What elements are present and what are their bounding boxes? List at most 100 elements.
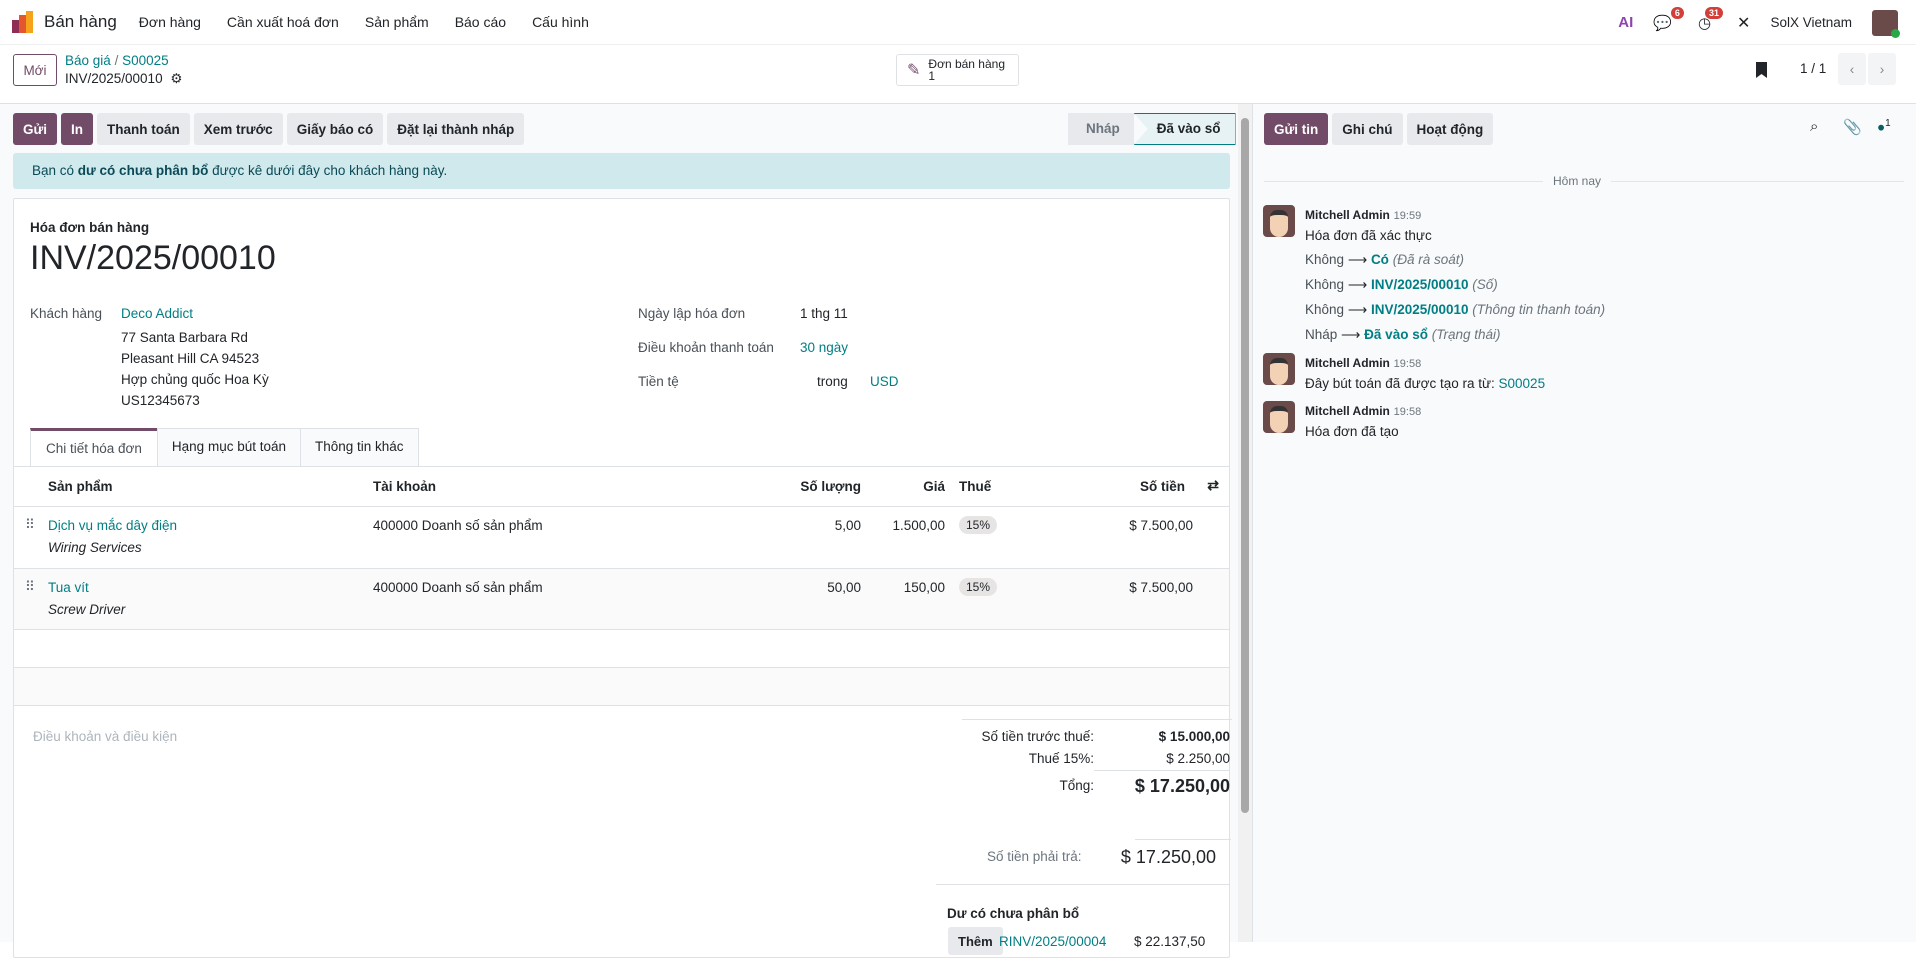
currency[interactable]: USD <box>870 374 899 389</box>
message-body: Đây bút toán đã được tạo ra từ: <box>1305 376 1499 391</box>
table-row[interactable]: ⠿ Dịch vụ mắc dây điện Wiring Services 4… <box>14 507 1229 569</box>
product-link[interactable]: Dịch vụ mắc dây điện <box>48 518 177 533</box>
address-line: Pleasant Hill CA 94523 <box>121 351 260 366</box>
menu-products[interactable]: Sản phẩm <box>365 14 429 30</box>
status-draft[interactable]: Nháp <box>1068 113 1134 145</box>
arrow-right-icon: ⟶ <box>1347 302 1368 317</box>
activities-button[interactable]: Hoạt động <box>1406 113 1494 145</box>
terms-conditions-input[interactable]: Điều khoản và điều kiện <box>33 729 177 744</box>
payment-terms[interactable]: 30 ngày <box>800 340 848 355</box>
customer-link[interactable]: Deco Addict <box>121 306 193 321</box>
sales-app-logo-icon <box>12 11 34 33</box>
address-line: Hợp chủng quốc Hoa Kỳ <box>121 372 269 387</box>
column-price[interactable]: Giá <box>923 479 945 494</box>
old-value: Không <box>1305 277 1345 292</box>
company-switcher[interactable]: SolX Vietnam <box>1770 15 1852 30</box>
pager-value[interactable]: 1 / 1 <box>1800 61 1826 76</box>
record-name: INV/2025/00010 <box>65 71 163 86</box>
tools-icon[interactable]: ✕ <box>1737 13 1750 33</box>
optional-columns-toggle-icon[interactable]: ⇄ <box>1207 477 1219 494</box>
tab-journal-items[interactable]: Hạng mục bút toán <box>156 428 301 466</box>
message-body: Hóa đơn đã tạo <box>1305 424 1399 439</box>
form-scrollbar[interactable] <box>1238 104 1252 942</box>
ai-icon[interactable]: AI <box>1618 14 1633 31</box>
product-link[interactable]: Tua vít <box>48 580 89 595</box>
untaxed-amount: $ 15.000,00 <box>1158 729 1230 744</box>
control-panel: Mới Báo giá / S00025 INV/2025/00010 ⚙ ✎ … <box>0 45 1916 104</box>
menu-to-invoice[interactable]: Cần xuất hoá đơn <box>227 14 339 30</box>
menu-orders[interactable]: Đơn hàng <box>139 14 201 30</box>
status-posted[interactable]: Đã vào sổ <box>1133 113 1236 145</box>
arrow-right-icon: ⟶ <box>1347 277 1368 292</box>
preview-button[interactable]: Xem trước <box>193 113 283 145</box>
line-tax-badge: 15% <box>959 578 998 596</box>
changed-field: (Thông tin thanh toán) <box>1472 302 1606 317</box>
line-price: 1.500,00 <box>892 518 945 533</box>
column-taxes[interactable]: Thuế <box>959 479 991 494</box>
pager-previous-button[interactable]: ‹ <box>1838 53 1866 85</box>
message-time: 19:58 <box>1393 406 1422 418</box>
column-product[interactable]: Sản phẩm <box>48 479 113 494</box>
breadcrumb-quotations[interactable]: Báo giá <box>65 53 111 68</box>
outstanding-credits-title: Dư có chưa phân bổ <box>947 906 1080 921</box>
message-author[interactable]: Mitchell Admin <box>1305 356 1390 370</box>
message-author[interactable]: Mitchell Admin <box>1305 208 1390 222</box>
send-button[interactable]: Gửi <box>13 113 58 145</box>
sale-order-link[interactable]: S00025 <box>1499 376 1546 391</box>
payment-terms-label: Điều khoản thanh toán <box>638 340 774 355</box>
log-note-button[interactable]: Ghi chú <box>1332 113 1403 145</box>
search-icon[interactable]: ⌕ <box>1810 118 1818 135</box>
message-body: Hóa đơn đã xác thực <box>1305 228 1432 243</box>
invoice-date[interactable]: 1 thg 11 <box>800 306 848 321</box>
alert-text-end: được kê dưới đây cho khách hàng này. <box>208 163 448 178</box>
line-price: 150,00 <box>903 580 945 595</box>
invoice-sheet: Hóa đơn bán hàng INV/2025/00010 Khách hà… <box>13 198 1232 958</box>
add-credit-button[interactable]: Thêm <box>948 927 1003 955</box>
reset-to-draft-button[interactable]: Đặt lại thành nháp <box>387 113 525 145</box>
invoice-number: INV/2025/00010 <box>30 239 276 277</box>
new-value: Đã vào sổ <box>1364 327 1428 342</box>
drag-handle-icon[interactable]: ⠿ <box>25 517 35 533</box>
message-time: 19:59 <box>1393 210 1422 222</box>
message-author[interactable]: Mitchell Admin <box>1305 404 1390 418</box>
empty-row <box>14 668 1229 706</box>
author-avatar[interactable] <box>1263 401 1295 433</box>
drag-handle-icon[interactable]: ⠿ <box>25 579 35 595</box>
activities-clock-icon[interactable]: ◷ 31 <box>1698 6 1724 32</box>
new-button[interactable]: Mới <box>13 54 57 86</box>
author-avatar[interactable] <box>1263 353 1295 385</box>
tab-other-info[interactable]: Thông tin khác <box>301 428 419 466</box>
arrow-right-icon: ⟶ <box>1347 252 1368 267</box>
vat-number: US12345673 <box>121 393 200 408</box>
column-quantity[interactable]: Số lượng <box>800 479 861 494</box>
old-value: Nháp <box>1305 327 1338 342</box>
line-quantity: 50,00 <box>827 580 861 595</box>
credit-note-button[interactable]: Giấy báo có <box>286 113 384 145</box>
line-account: 400000 Doanh số sản phẩm <box>373 580 543 595</box>
author-avatar[interactable] <box>1263 205 1295 237</box>
bookmark-icon[interactable] <box>1756 62 1767 78</box>
column-amount[interactable]: Số tiền <box>1140 479 1185 494</box>
breadcrumb-order[interactable]: S00025 <box>122 53 169 68</box>
sale-order-smart-button[interactable]: ✎ Đơn bán hàng 1 <box>896 54 1019 86</box>
gear-icon[interactable]: ⚙ <box>170 71 182 86</box>
attachment-paperclip-icon[interactable]: 📎 <box>1843 118 1862 136</box>
line-description: Wiring Services <box>48 540 142 555</box>
untaxed-label: Số tiền trước thuế: <box>981 729 1094 744</box>
app-name[interactable]: Bán hàng <box>44 12 117 32</box>
line-amount: $ 7.500,00 <box>1129 518 1193 533</box>
register-payment-button[interactable]: Thanh toán <box>97 113 190 145</box>
tax-label: Thuế 15%: <box>1028 751 1094 766</box>
column-account[interactable]: Tài khoản <box>373 479 436 494</box>
pager-next-button[interactable]: › <box>1868 53 1896 85</box>
tab-invoice-lines[interactable]: Chi tiết hóa đơn <box>30 428 157 466</box>
print-button[interactable]: In <box>61 113 94 145</box>
table-row[interactable]: ⠿ Tua vít Screw Driver 400000 Doanh số s… <box>14 569 1229 630</box>
messages-icon[interactable]: 💬 6 <box>1653 6 1684 32</box>
menu-configuration[interactable]: Cấu hình <box>532 14 589 30</box>
send-message-button[interactable]: Gửi tin <box>1264 113 1329 145</box>
menu-reporting[interactable]: Báo cáo <box>455 14 506 30</box>
followers-icon[interactable]: ●1 <box>1877 118 1891 135</box>
followers-count: 1 <box>1885 118 1891 129</box>
user-avatar[interactable] <box>1872 9 1900 38</box>
